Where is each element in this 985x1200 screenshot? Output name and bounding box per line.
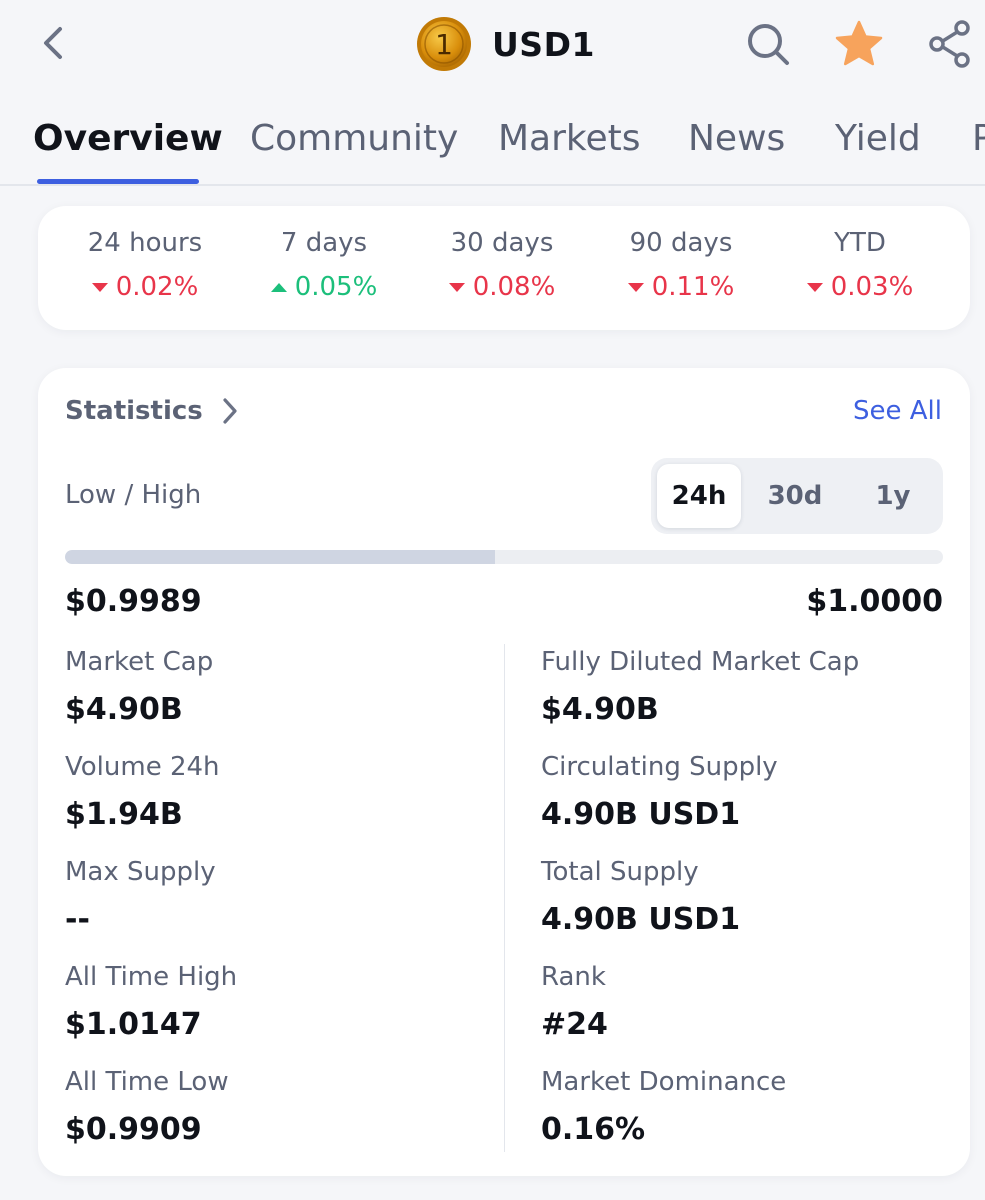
- search-icon: [748, 24, 789, 65]
- stat-all-time-high: All Time High $1.0147: [65, 959, 465, 1045]
- perf-change: 0.02%: [55, 270, 235, 304]
- period-24h-button[interactable]: 24h: [657, 464, 741, 528]
- low-high-range-bar: [65, 550, 943, 564]
- statistics-title: Statistics: [65, 396, 203, 426]
- stat-value: $4.90B: [65, 692, 183, 727]
- perf-label: 90 days: [629, 228, 733, 258]
- tab-community[interactable]: Community: [250, 118, 458, 159]
- star-icon: [835, 20, 883, 66]
- stat-label: Market Cap: [65, 647, 214, 677]
- stat-value: #24: [541, 1007, 608, 1042]
- stat-label: Total Supply: [541, 857, 699, 887]
- price-change-card: 24 hours 0.02% 7 days 0.05% 30 days 0.08…: [38, 206, 970, 330]
- perf-label: 30 days: [450, 228, 554, 258]
- column-divider: [504, 644, 505, 1152]
- share-icon: [929, 20, 970, 68]
- statistics-header-link[interactable]: Statistics: [65, 396, 239, 426]
- stat-label: Max Supply: [65, 857, 216, 887]
- chevron-right-icon: [223, 398, 237, 424]
- chevron-left-icon: [44, 27, 62, 59]
- top-header: 1 USD1: [0, 0, 985, 92]
- coin-logo: 1: [417, 17, 471, 71]
- statistics-card: Statistics See All Low / High 24h 30d 1y…: [38, 368, 970, 1176]
- stat-value: $0.9909: [65, 1112, 202, 1147]
- perf-change: 0.05%: [234, 270, 414, 304]
- back-button[interactable]: [28, 18, 78, 68]
- perf-item-7d: 7 days 0.05%: [234, 226, 414, 304]
- range-bar-fill: [65, 550, 496, 564]
- stat-fully-diluted-market-cap: Fully Diluted Market Cap $4.90B: [541, 644, 941, 730]
- perf-label: 24 hours: [87, 228, 203, 258]
- down-triangle-icon: [806, 282, 823, 292]
- perf-change: 0.11%: [591, 270, 771, 304]
- stat-max-supply: Max Supply --: [65, 854, 465, 940]
- coin-title: 1 USD1: [416, 14, 595, 74]
- stat-value: --: [65, 902, 90, 937]
- perf-change-value: 0.05%: [294, 272, 378, 302]
- stat-value: 0.16%: [541, 1112, 646, 1147]
- stat-market-dominance: Market Dominance 0.16%: [541, 1064, 941, 1150]
- high-price: $1.0000: [806, 584, 943, 619]
- stat-volume-24h: Volume 24h $1.94B: [65, 749, 465, 835]
- period-30d-button[interactable]: 30d: [753, 464, 837, 528]
- stat-label: Rank: [541, 962, 606, 992]
- active-tab-indicator: [37, 179, 199, 184]
- stat-label: All Time Low: [65, 1067, 229, 1097]
- down-triangle-icon: [448, 282, 465, 292]
- low-high-label: Low / High: [65, 480, 202, 510]
- perf-item-24h: 24 hours 0.02%: [55, 226, 235, 304]
- perf-label: 7 days: [280, 228, 368, 258]
- perf-change: 0.08%: [412, 270, 592, 304]
- perf-change-value: 0.08%: [472, 272, 556, 302]
- stat-value: $1.0147: [65, 1007, 202, 1042]
- stat-label: Circulating Supply: [541, 752, 778, 782]
- stat-label: Volume 24h: [65, 752, 220, 782]
- period-selector: 24h 30d 1y: [651, 458, 943, 534]
- stat-value: 4.90B USD1: [541, 797, 741, 832]
- perf-item-30d: 30 days 0.08%: [412, 226, 592, 304]
- favorite-button[interactable]: [831, 16, 887, 72]
- tab-markets[interactable]: Markets: [498, 118, 641, 159]
- down-triangle-icon: [627, 282, 644, 292]
- tab-overview[interactable]: Overview: [33, 118, 223, 159]
- perf-item-90d: 90 days 0.11%: [591, 226, 771, 304]
- up-triangle-icon: [270, 282, 287, 292]
- search-button[interactable]: [740, 16, 796, 72]
- stat-all-time-low: All Time Low $0.9909: [65, 1064, 465, 1150]
- share-button[interactable]: [922, 16, 978, 72]
- coin-logo-glyph: 1: [435, 28, 453, 61]
- tab-bar: Overview Community Markets News Yield P: [0, 100, 985, 186]
- stat-value: $1.94B: [65, 797, 183, 832]
- perf-change: 0.03%: [770, 270, 950, 304]
- perf-label: YTD: [834, 228, 886, 258]
- stat-label: Fully Diluted Market Cap: [541, 647, 860, 677]
- tab-partial[interactable]: P: [972, 118, 985, 159]
- coin-symbol: USD1: [492, 24, 595, 64]
- stat-label: All Time High: [65, 962, 238, 992]
- stat-market-cap: Market Cap $4.90B: [65, 644, 465, 730]
- stat-label: Market Dominance: [541, 1067, 787, 1097]
- down-triangle-icon: [91, 282, 108, 292]
- perf-change-value: 0.03%: [830, 272, 914, 302]
- stat-rank: Rank #24: [541, 959, 941, 1045]
- tab-yield[interactable]: Yield: [835, 118, 921, 159]
- low-price: $0.9989: [65, 584, 202, 619]
- perf-change-value: 0.11%: [651, 272, 735, 302]
- see-all-link[interactable]: See All: [853, 396, 942, 426]
- perf-change-value: 0.02%: [115, 272, 199, 302]
- stat-value: 4.90B USD1: [541, 902, 741, 937]
- stat-value: $4.90B: [541, 692, 659, 727]
- stat-circulating-supply: Circulating Supply 4.90B USD1: [541, 749, 941, 835]
- period-1y-button[interactable]: 1y: [851, 464, 935, 528]
- tab-news[interactable]: News: [688, 118, 785, 159]
- perf-item-ytd: YTD 0.03%: [770, 226, 950, 304]
- stat-total-supply: Total Supply 4.90B USD1: [541, 854, 941, 940]
